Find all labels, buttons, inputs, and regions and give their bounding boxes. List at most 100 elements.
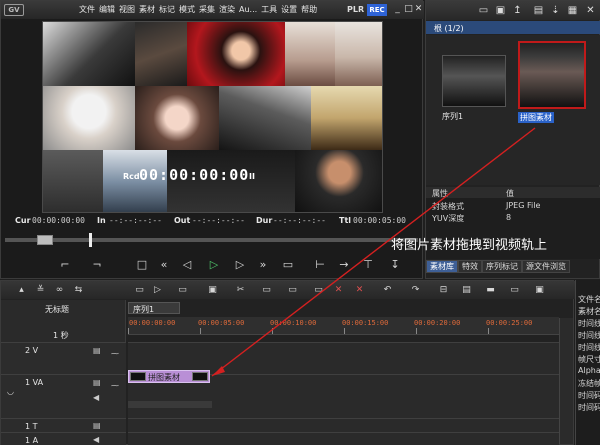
mark-out-icon[interactable]: ¬ (89, 257, 105, 273)
more-icon[interactable]: ↧ (387, 257, 403, 273)
mode-rec-button[interactable]: REC (367, 4, 387, 16)
loop-icon[interactable]: ▭ (280, 257, 296, 273)
sync-icon[interactable]: ⇆ (72, 284, 85, 297)
play-icon[interactable]: ▷ (206, 257, 222, 273)
tab-sequence-markers[interactable]: 序列标记 (482, 260, 522, 273)
sequence-tab[interactable]: 序列1 (128, 302, 180, 314)
save-icon[interactable]: ▣ (206, 284, 219, 297)
dur-value[interactable]: --:--:--:-- (273, 216, 326, 225)
ttl-label: Ttl (339, 216, 352, 225)
fast-forward-icon[interactable]: » (255, 257, 271, 273)
toolbar-icon[interactable]: ▭ (133, 284, 146, 297)
redo-icon[interactable]: ↷ (409, 284, 422, 297)
collage-photo (135, 86, 219, 150)
track-option-icon[interactable]: ⁓ (111, 349, 119, 358)
insert-icon[interactable]: ⊢ (312, 257, 328, 273)
menu-settings[interactable]: 设置 (281, 4, 297, 16)
track-option-icon[interactable]: ⁓ (111, 381, 119, 390)
bin-folder-label: 根 (1/2) (434, 24, 464, 33)
menu-help[interactable]: 帮助 (301, 4, 317, 16)
paste-icon[interactable]: ▭ (286, 284, 299, 297)
track-lock-icon[interactable]: ◡ (7, 387, 14, 396)
toolbar-icon[interactable]: ▣ (533, 284, 546, 297)
scrub-bar[interactable] (5, 233, 422, 247)
mark-in-icon[interactable]: ⌐ (57, 257, 73, 273)
toolbar-icon[interactable]: ▬ (484, 284, 497, 297)
toolbar-icon[interactable]: ⊟ (437, 284, 450, 297)
track-audio-icon[interactable]: ◀ (93, 435, 99, 444)
menu-render[interactable]: 渲染 (219, 4, 235, 16)
out-label: Out (174, 216, 191, 225)
track-video-icon[interactable]: ▤ (93, 346, 101, 355)
toolbar-icon[interactable]: ▭ (176, 284, 189, 297)
ruler-tick (488, 328, 489, 334)
menu-file[interactable]: 文件 (79, 4, 95, 16)
new-folder-icon[interactable]: ▣ (494, 4, 507, 17)
out-value[interactable]: --:--:--:-- (192, 216, 245, 225)
tab-effects[interactable]: 特效 (458, 260, 482, 273)
menu-tools[interactable]: 工具 (261, 4, 277, 16)
track-audio-icon[interactable]: ◀ (93, 393, 99, 402)
mode-plr-button[interactable]: PLR (347, 4, 364, 16)
toolbar-icon[interactable]: ▭ (508, 284, 521, 297)
undo-icon[interactable]: ↶ (381, 284, 394, 297)
timeline-clip[interactable]: 拼图素材 (128, 370, 210, 383)
menu-capture[interactable]: 采集 (199, 4, 215, 16)
track-lane-1a[interactable] (128, 432, 559, 445)
track-video-icon[interactable]: ▤ (93, 378, 101, 387)
track-header-1a[interactable]: 1 A ◀ (1, 432, 126, 445)
delete-icon[interactable]: ✕ (353, 284, 366, 297)
menubar: 文件 编辑 视图 素材 标记 模式 采集 渲染 Au... 工具 设置 帮助 (79, 4, 317, 16)
tab-library[interactable]: 素材库 (426, 260, 458, 273)
menu-clip[interactable]: 素材 (139, 4, 155, 16)
playhead[interactable] (89, 233, 92, 247)
delete-icon[interactable]: ✕ (332, 284, 345, 297)
bin-folder-bar[interactable]: 根 (1/2) (426, 21, 600, 34)
timeline-scrollbar[interactable] (559, 318, 573, 444)
menu-view[interactable]: 视图 (119, 4, 135, 16)
delete-icon[interactable]: ✕ (584, 4, 597, 17)
tab-source-browser[interactable]: 源文件浏览 (522, 260, 570, 273)
track-lane-1t[interactable] (128, 418, 559, 432)
toolbar-icon[interactable]: ▷ (151, 284, 164, 297)
scrub-zoom-handle[interactable] (37, 235, 53, 245)
stop-icon[interactable]: □ (134, 257, 150, 273)
cur-value[interactable]: 00:00:00:00 (32, 216, 85, 225)
folder-icon[interactable]: ▭ (477, 4, 490, 17)
up-folder-icon[interactable]: ↥ (511, 4, 524, 17)
overwrite-icon[interactable]: → (336, 257, 352, 273)
track-icon[interactable]: ▴ (15, 284, 28, 297)
cut-icon[interactable]: ✂ (234, 284, 247, 297)
menu-marker[interactable]: 标记 (159, 4, 175, 16)
track-header-2v[interactable]: 2 V ▤ ⁓ (1, 342, 126, 374)
import-icon[interactable]: ⇣ (549, 4, 562, 17)
split-icon[interactable]: ⊤ (360, 257, 376, 273)
view-icon[interactable]: ▦ (566, 4, 579, 17)
bin-clip-area[interactable]: 序列1 拼图素材 (426, 35, 600, 185)
side-line: 时间码 (578, 391, 600, 400)
timeline-ruler[interactable]: 00:00:00:00 00:00:05:00 00:00:10:00 00:0… (128, 317, 559, 335)
new-item-icon[interactable]: ▤ (532, 4, 545, 17)
scrub-track[interactable] (5, 238, 418, 242)
track-header-1va[interactable]: 1 VA ◡ ▤ ◀ ⁓ (1, 374, 126, 418)
video-preview[interactable]: Rcd 00:00:00:00 II (42, 21, 383, 213)
track-icon[interactable]: ≚ (34, 284, 47, 297)
menu-mode[interactable]: 模式 (179, 4, 195, 16)
in-value[interactable]: --:--:--:-- (109, 216, 162, 225)
menu-audio[interactable]: Au... (239, 4, 257, 16)
toolbar-icon[interactable]: ▤ (460, 284, 473, 297)
link-icon[interactable]: ∞ (53, 284, 66, 297)
collage-photo (43, 86, 135, 150)
rewind-icon[interactable]: « (156, 257, 172, 273)
track-header-1t[interactable]: 1 T ▤ (1, 418, 126, 432)
toolbar-icon[interactable]: ▭ (312, 284, 325, 297)
step-back-icon[interactable]: ◁ (179, 257, 195, 273)
track-title-icon[interactable]: ▤ (93, 421, 101, 430)
minimize-button[interactable]: _ (392, 4, 403, 15)
step-forward-icon[interactable]: ▷ (232, 257, 248, 273)
clip-end-thumb (192, 372, 208, 381)
copy-icon[interactable]: ▭ (260, 284, 273, 297)
close-button[interactable]: ✕ (413, 4, 424, 15)
timeline-scale[interactable]: 1 秒 (53, 330, 69, 341)
menu-edit[interactable]: 编辑 (99, 4, 115, 16)
